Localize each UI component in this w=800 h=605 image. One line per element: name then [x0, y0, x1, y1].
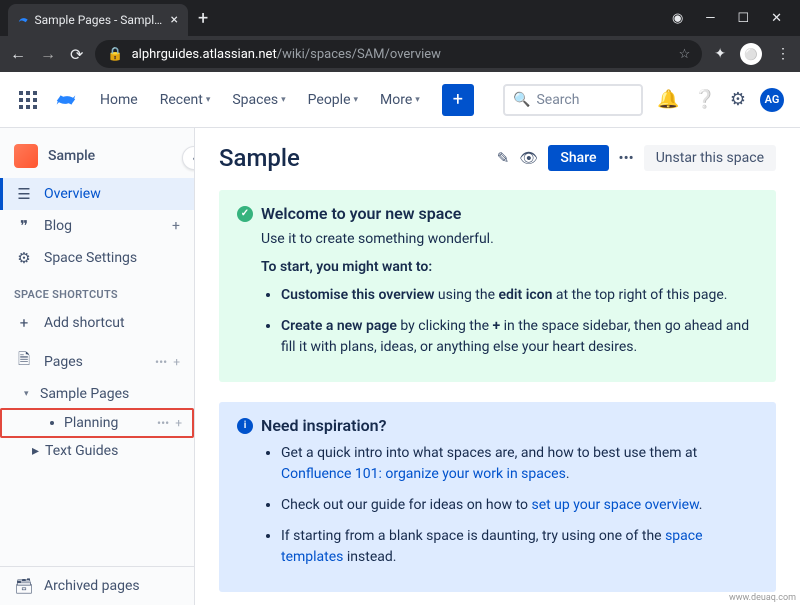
create-button[interactable]: + [442, 84, 474, 116]
url-host: alphrguides.atlassian.net [132, 47, 277, 62]
help-icon[interactable]: ❔ [693, 89, 715, 110]
address-bar: ← → ⟳ 🔒 alphrguides.atlassian.net/wiki/s… [0, 36, 800, 72]
pages-more-icon[interactable]: ••• [155, 355, 167, 369]
tree-planning[interactable]: Planning •••+ [0, 408, 194, 438]
menu-spaces[interactable]: Spaces▾ [224, 88, 293, 112]
add-blog-icon[interactable]: + [172, 218, 180, 234]
menu-home[interactable]: Home [92, 88, 146, 112]
profile-avatar[interactable]: ⚪ [740, 43, 762, 65]
edit-icon[interactable]: ✎ [497, 149, 510, 167]
inspiration-bullet-1: Get a quick intro into what spaces are, … [281, 443, 758, 485]
welcome-panel: ✓ Welcome to your new space Use it to cr… [219, 190, 776, 382]
blog-icon: ❞ [14, 217, 34, 235]
share-button[interactable]: Share [548, 145, 608, 171]
search-icon: 🔍 [513, 92, 530, 108]
link-space-overview[interactable]: set up your space overview [531, 497, 698, 513]
chevron-right-icon[interactable]: ▸ [32, 443, 39, 459]
tree-sample-pages[interactable]: ▾ Sample Pages [0, 380, 194, 408]
archived-pages[interactable]: 🗃 Archived pages [0, 566, 194, 605]
nav-blog[interactable]: ❞ Blog + [0, 210, 194, 242]
plus-icon: + [14, 314, 34, 332]
search-input[interactable]: 🔍 Search [503, 84, 643, 116]
space-header[interactable]: Sample [0, 138, 194, 178]
record-icon[interactable]: ◉ [672, 11, 683, 26]
bullet-icon [50, 421, 54, 425]
app-switcher-icon[interactable] [16, 88, 40, 112]
pages-icon: 🗎 [14, 349, 34, 374]
add-shortcut-button[interactable]: + Add shortcut [0, 307, 194, 339]
star-icon[interactable]: ☆ [679, 47, 691, 62]
url-input[interactable]: 🔒 alphrguides.atlassian.net/wiki/spaces/… [95, 40, 702, 68]
inspiration-panel: i Need inspiration? Get a quick intro in… [219, 402, 776, 592]
space-icon [14, 144, 38, 168]
pages-header[interactable]: 🗎 Pages •••+ [0, 339, 194, 380]
welcome-bullet-2: Create a new page by clicking the + in t… [281, 316, 758, 358]
unstar-button[interactable]: Unstar this space [644, 145, 776, 171]
forward-icon: → [40, 44, 56, 64]
tab-title: Sample Pages - Sample - Conflue [35, 13, 165, 27]
space-name: Sample [48, 148, 95, 164]
notifications-icon[interactable]: 🔔 [657, 89, 679, 110]
confluence-logo-icon[interactable] [54, 88, 78, 112]
nav-overview[interactable]: ☰ Overview [0, 178, 194, 210]
page-title: Sample [219, 144, 487, 172]
reload-icon[interactable]: ⟳ [70, 45, 83, 64]
inspiration-bullet-3: If starting from a blank space is daunti… [281, 526, 758, 568]
welcome-bullet-1: Customise this overview using the edit i… [281, 285, 758, 306]
lock-icon: 🔒 [107, 47, 123, 62]
sidebar: ‹ Sample ☰ Overview ❞ Blog + ⚙ Space Set… [0, 128, 195, 605]
welcome-start: To start, you might want to: [261, 259, 758, 275]
browser-tab[interactable]: Sample Pages - Sample - Conflue × [8, 4, 188, 36]
browser-tab-bar: Sample Pages - Sample - Conflue × + ◉ — … [0, 0, 800, 36]
tree-text-guides[interactable]: ▸ Text Guides [0, 438, 194, 464]
add-page-icon[interactable]: + [173, 355, 180, 369]
link-confluence-101[interactable]: Confluence 101: organize your work in sp… [281, 466, 566, 482]
menu-people[interactable]: People▾ [300, 88, 366, 112]
close-tab-icon[interactable]: × [171, 12, 178, 28]
window-controls: ◉ — ☐ ✕ [672, 11, 792, 26]
menu-more[interactable]: More▾ [372, 88, 428, 112]
main-content: Sample ✎ 👁 Share ••• Unstar this space ✓… [195, 128, 800, 605]
menu-recent[interactable]: Recent▾ [152, 88, 219, 112]
url-path: /wiki/spaces/SAM/overview [277, 47, 441, 62]
confluence-favicon-icon [18, 13, 29, 27]
extensions-icon[interactable]: ✦ [714, 46, 726, 62]
browser-menu-icon[interactable]: ⋮ [776, 46, 790, 62]
user-avatar[interactable]: AG [760, 88, 784, 112]
add-child-page-icon[interactable]: + [175, 416, 182, 430]
page-more-icon[interactable]: ••• [157, 416, 169, 430]
shortcuts-label: SPACE SHORTCUTS [0, 274, 194, 307]
info-icon: i [237, 418, 253, 434]
minimize-icon[interactable]: — [705, 11, 715, 26]
chevron-down-icon[interactable]: ▾ [24, 389, 34, 399]
watch-icon[interactable]: 👁 [519, 149, 538, 167]
watermark: www.deuaq.com [729, 593, 796, 603]
more-actions-icon[interactable]: ••• [619, 149, 634, 167]
gear-icon: ⚙ [14, 249, 34, 267]
settings-icon[interactable]: ⚙ [730, 89, 746, 110]
new-tab-button[interactable]: + [198, 8, 208, 29]
nav-space-settings[interactable]: ⚙ Space Settings [0, 242, 194, 274]
overview-icon: ☰ [14, 185, 34, 203]
app-header: Home Recent▾ Spaces▾ People▾ More▾ + 🔍 S… [0, 72, 800, 128]
inspiration-bullet-2: Check out our guide for ideas on how to … [281, 495, 758, 516]
welcome-title: Welcome to your new space [261, 204, 461, 223]
inspiration-title: Need inspiration? [261, 416, 386, 435]
check-icon: ✓ [237, 206, 253, 222]
archive-icon: 🗃 [14, 577, 34, 595]
welcome-subtitle: Use it to create something wonderful. [261, 231, 758, 247]
close-window-icon[interactable]: ✕ [771, 11, 782, 26]
maximize-icon[interactable]: ☐ [737, 11, 749, 26]
back-icon[interactable]: ← [10, 44, 26, 64]
